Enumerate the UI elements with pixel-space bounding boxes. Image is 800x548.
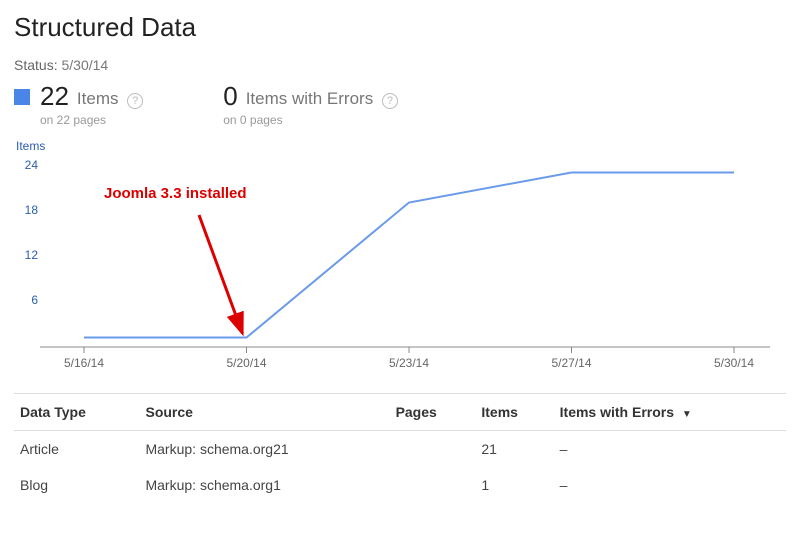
help-icon[interactable]: ? — [127, 93, 143, 109]
table-row[interactable]: ArticleMarkup: schema.org21 21– — [14, 431, 786, 468]
cell-datatype: Blog — [14, 467, 139, 503]
cell-errors: – — [554, 467, 786, 503]
table-header-row: Data Type Source Pages Items Items with … — [14, 394, 786, 431]
items-label-text: Items — [77, 89, 119, 108]
chart-title: Items — [16, 139, 786, 153]
help-icon[interactable]: ? — [382, 93, 398, 109]
page-title: Structured Data — [14, 12, 786, 43]
items-subtext: on 22 pages — [40, 113, 143, 127]
sort-desc-icon: ▼ — [682, 409, 692, 420]
errors-label-text: Items with Errors — [246, 89, 374, 108]
cell-errors: – — [554, 431, 786, 468]
errors-subtext: on 0 pages — [223, 113, 398, 127]
svg-text:5/30/14: 5/30/14 — [714, 356, 754, 370]
errors-label: Items with Errors ? — [246, 89, 398, 109]
status-line: Status: 5/30/14 — [14, 57, 786, 73]
svg-text:6: 6 — [31, 293, 38, 307]
annotation-label: Joomla 3.3 installed — [104, 185, 247, 202]
items-label: Items ? — [77, 89, 143, 109]
svg-text:12: 12 — [25, 248, 39, 262]
svg-text:5/23/14: 5/23/14 — [389, 356, 429, 370]
cell-pages — [390, 431, 476, 468]
data-table: Data Type Source Pages Items Items with … — [14, 393, 786, 503]
col-pages[interactable]: Pages — [390, 394, 476, 431]
cell-items: 1 — [475, 467, 553, 503]
cell-source: Markup: schema.org21 — [139, 431, 389, 468]
chart-area: 6 12 18 24 5/16/14 5/20/14 5/23/14 5/27/14 5/30/… — [14, 155, 774, 375]
svg-text:5/16/14: 5/16/14 — [64, 356, 104, 370]
table-row[interactable]: BlogMarkup: schema.org1 1– — [14, 467, 786, 503]
col-errors[interactable]: Items with Errors ▼ — [554, 394, 786, 431]
col-errors-text: Items with Errors — [560, 404, 674, 420]
svg-text:5/27/14: 5/27/14 — [551, 356, 591, 370]
col-items[interactable]: Items — [475, 394, 553, 431]
items-summary: 22 Items ? on 22 pages — [14, 83, 143, 127]
items-swatch-icon — [14, 89, 30, 105]
svg-text:5/20/14: 5/20/14 — [226, 356, 266, 370]
errors-count: 0 — [223, 83, 237, 109]
cell-source: Markup: schema.org1 — [139, 467, 389, 503]
items-count: 22 — [40, 83, 69, 109]
cell-pages — [390, 467, 476, 503]
col-datatype[interactable]: Data Type — [14, 394, 139, 431]
summary-row: 22 Items ? on 22 pages 0 Items with Erro… — [14, 83, 786, 127]
status-label: Status: — [14, 57, 58, 73]
col-source[interactable]: Source — [139, 394, 389, 431]
svg-text:24: 24 — [25, 158, 39, 172]
status-value: 5/30/14 — [61, 57, 108, 73]
errors-summary: 0 Items with Errors ? on 0 pages — [223, 83, 398, 127]
cell-items: 21 — [475, 431, 553, 468]
cell-datatype: Article — [14, 431, 139, 468]
svg-text:18: 18 — [25, 203, 39, 217]
